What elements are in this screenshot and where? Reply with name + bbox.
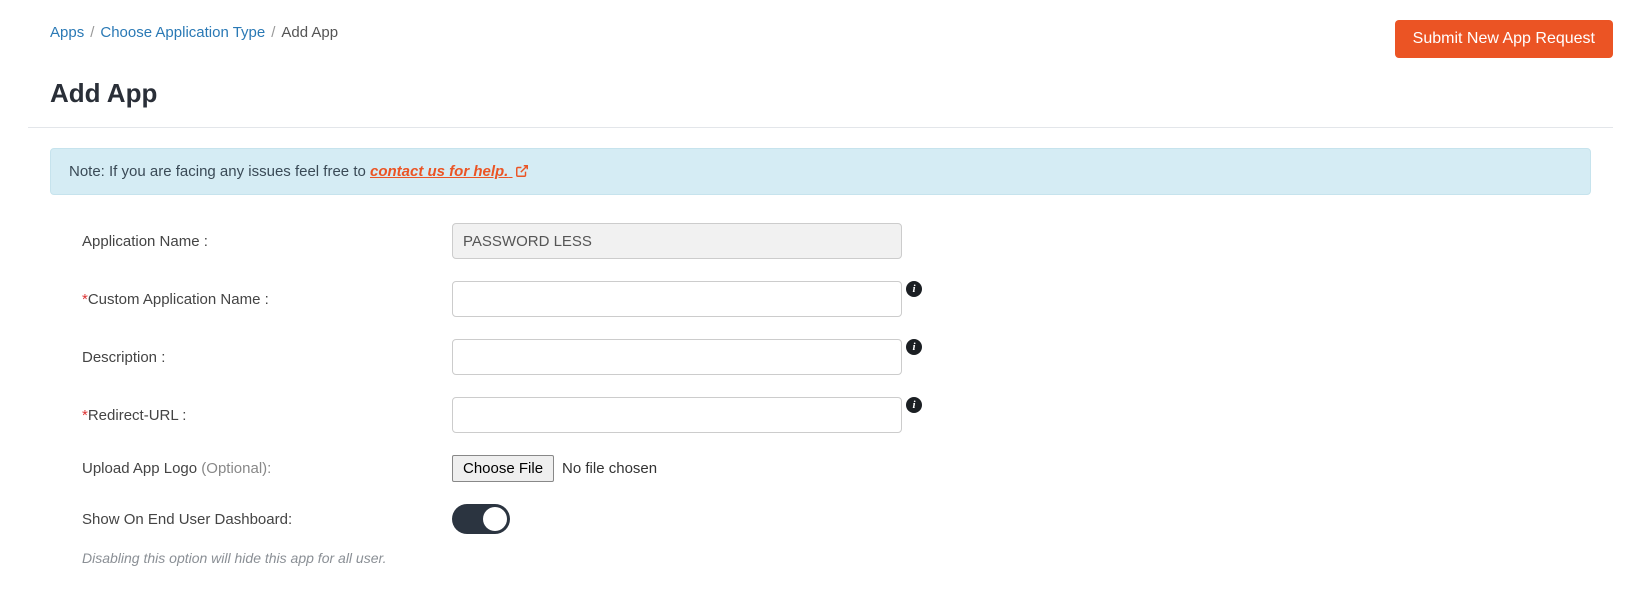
- choose-file-button[interactable]: Choose File: [452, 455, 554, 482]
- breadcrumb: Apps / Choose Application Type / Add App: [28, 20, 360, 41]
- info-icon[interactable]: i: [906, 281, 922, 297]
- toggle-knob: [483, 507, 507, 531]
- page-title: Add App: [50, 78, 1613, 109]
- redirect-url-label: *Redirect-URL :: [82, 407, 452, 424]
- file-status-text: No file chosen: [562, 460, 657, 477]
- submit-new-app-request-button[interactable]: Submit New App Request: [1395, 20, 1613, 58]
- breadcrumb-separator: /: [90, 24, 94, 41]
- external-link-icon: [515, 164, 529, 178]
- breadcrumb-current: Add App: [281, 24, 338, 41]
- upload-logo-label: Upload App Logo (Optional):: [82, 460, 452, 477]
- contact-help-link-text: contact us for help.: [370, 163, 508, 180]
- optional-marker: (Optional):: [201, 460, 271, 477]
- show-on-dashboard-label: Show On End User Dashboard:: [82, 511, 452, 528]
- application-name-label: Application Name :: [82, 233, 452, 250]
- breadcrumb-link-apps[interactable]: Apps: [50, 24, 84, 41]
- divider: [28, 127, 1613, 128]
- breadcrumb-link-choose-app-type[interactable]: Choose Application Type: [100, 24, 265, 41]
- info-icon[interactable]: i: [906, 339, 922, 355]
- description-input[interactable]: [452, 339, 902, 375]
- custom-application-name-input[interactable]: [452, 281, 902, 317]
- redirect-url-input[interactable]: [452, 397, 902, 433]
- custom-application-name-label: *Custom Application Name :: [82, 291, 452, 308]
- application-name-input: [452, 223, 902, 259]
- alert-text: Note: If you are facing any issues feel …: [69, 163, 370, 180]
- helper-note: Disabling this option will hide this app…: [82, 550, 1613, 566]
- upload-logo-label-text: Upload App Logo: [82, 460, 201, 477]
- description-label: Description :: [82, 349, 452, 366]
- info-icon[interactable]: i: [906, 397, 922, 413]
- breadcrumb-separator: /: [271, 24, 275, 41]
- custom-application-name-label-text: Custom Application Name :: [88, 291, 269, 308]
- redirect-url-label-text: Redirect-URL :: [88, 407, 187, 424]
- add-app-form: Application Name : *Custom Application N…: [28, 223, 1613, 566]
- info-alert: Note: If you are facing any issues feel …: [50, 148, 1591, 195]
- contact-help-link[interactable]: contact us for help.: [370, 163, 529, 180]
- show-on-dashboard-toggle[interactable]: [452, 504, 510, 534]
